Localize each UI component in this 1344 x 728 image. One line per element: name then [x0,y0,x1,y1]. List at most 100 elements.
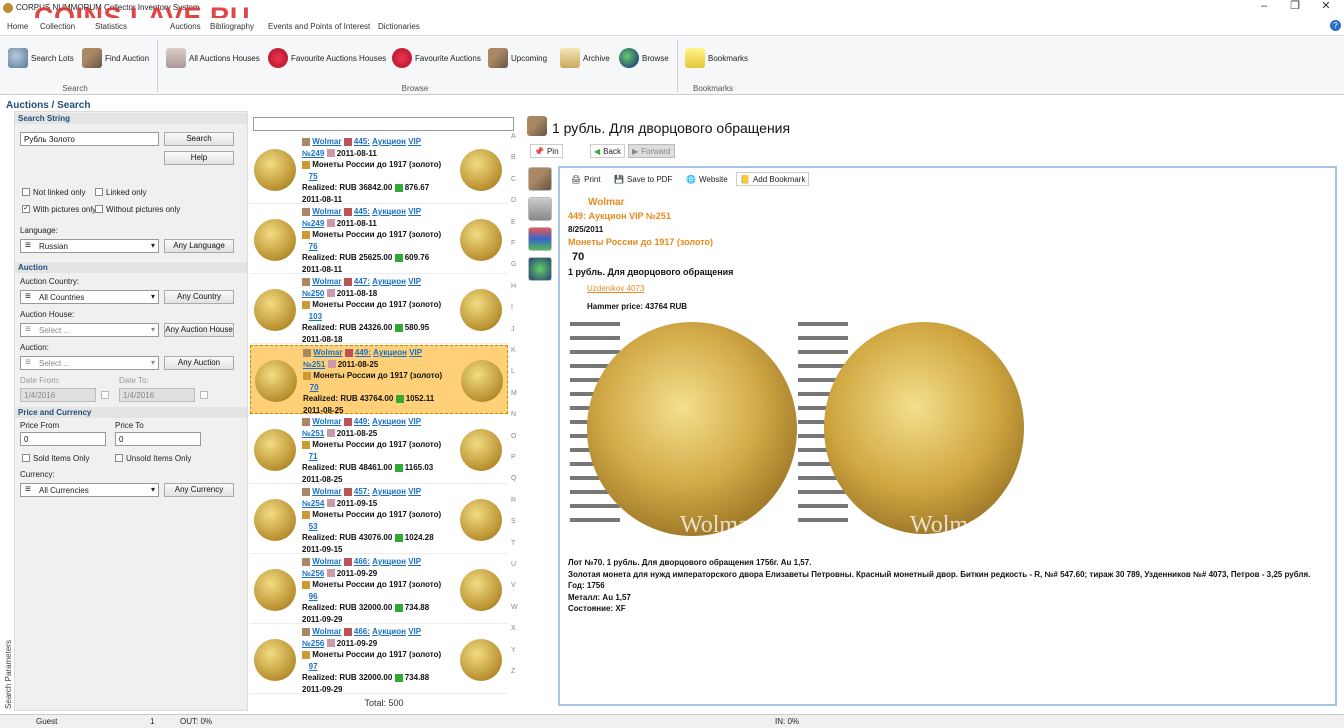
alpha-letter[interactable]: L [511,368,515,375]
alpha-letter[interactable]: A [511,133,516,140]
help-button[interactable]: Help [164,151,234,165]
menu-statistics[interactable]: Statistics [95,22,127,31]
unsold-only-checkbox[interactable] [115,454,123,462]
globe-icon[interactable] [528,257,552,281]
without-pictures-checkbox[interactable] [95,205,103,213]
coin-thumbnail[interactable] [254,569,296,611]
result-row[interactable]: Wolmar 449: Аукцион VIP №251 2011-08-25 М… [250,345,508,415]
alpha-letter[interactable]: B [511,154,516,161]
print-button[interactable]: 🖨 Print [568,172,604,186]
alpha-letter[interactable]: Y [511,647,516,654]
books-icon[interactable] [528,227,552,251]
coin-thumbnail[interactable] [254,429,296,471]
auction-country-select[interactable]: All Countries [20,290,159,304]
date-to-checkbox[interactable] [200,391,208,399]
add-bookmark-button[interactable]: 📒 Add Bookmark [736,172,810,186]
not-linked-checkbox[interactable] [22,188,30,196]
alpha-letter[interactable]: E [511,219,516,226]
date-from-input[interactable]: 1/4/2016 [20,388,96,402]
alpha-letter[interactable]: G [511,261,516,268]
with-pictures-checkbox[interactable]: ✓ [22,205,30,213]
result-row[interactable]: Wolmar 445: Аукцион VIP №249 2011-08-11 М… [250,135,508,204]
menu-auctions[interactable]: Auctions [170,22,201,31]
alpha-letter[interactable]: T [511,540,515,547]
alpha-letter[interactable]: K [511,347,516,354]
coin-thumbnail[interactable] [460,499,502,541]
auction-house-select[interactable]: Select ... [20,323,159,337]
coin-thumbnail[interactable] [254,149,296,191]
sold-only-checkbox[interactable] [22,454,30,462]
coin-thumbnail[interactable] [255,360,297,402]
menu-events[interactable]: Events and Points of Interest [268,22,370,31]
result-row[interactable]: Wolmar 466: Аукцион VIP №256 2011-09-29 М… [250,555,508,624]
alpha-letter[interactable]: Q [511,475,516,482]
coin-thumbnail[interactable] [254,219,296,261]
forward-button[interactable]: ▶ Forward [628,144,675,158]
coin-thumbnail[interactable] [460,149,502,191]
alpha-letter[interactable]: Z [511,668,515,675]
alpha-letter[interactable]: R [511,497,516,504]
coin-thumbnail[interactable] [461,360,503,402]
website-button[interactable]: 🌐 Website [683,172,731,186]
price-to-input[interactable]: 0 [115,432,201,446]
menu-bibliography[interactable]: Bibliography [210,22,254,31]
language-select[interactable]: Russian [20,239,159,253]
coin-thumbnail[interactable] [254,499,296,541]
alpha-letter[interactable]: N [511,411,516,418]
favourite-houses-button[interactable]: Favourite Auctions Houses [268,47,386,69]
result-row[interactable]: Wolmar 447: Аукцион VIP №250 2011-08-18 М… [250,275,508,344]
alpha-letter[interactable]: C [511,176,516,183]
search-button[interactable]: Search [164,132,234,146]
coin-thumbnail[interactable] [460,639,502,681]
auction-select[interactable]: Select ... [20,356,159,370]
search-parameters-tab[interactable]: Search Parameters [2,640,13,710]
coin-thumbnail[interactable] [254,289,296,331]
result-row[interactable]: Wolmar 449: Аукцион VIP №251 2011-08-25 М… [250,415,508,484]
detail-house[interactable]: Wolmar [588,197,625,208]
coin-obverse-image[interactable] [824,322,1024,534]
result-row[interactable]: Wolmar 466: Аукцион VIP №256 2011-09-29 М… [250,625,508,694]
search-input[interactable]: Рубль Золото [20,132,159,146]
alpha-letter[interactable]: F [511,240,515,247]
any-country-button[interactable]: Any Country [164,290,234,304]
coin-reverse-image[interactable] [587,322,797,536]
menu-collection[interactable]: Collection [40,22,75,31]
alpha-letter[interactable]: X [511,625,516,632]
coin-thumbnail[interactable] [460,289,502,331]
favourite-auctions-button[interactable]: Favourite Auctions [392,47,481,69]
alpha-letter[interactable]: J [511,326,515,333]
save-pdf-button[interactable]: 💾 Save to PDF [611,172,675,186]
result-row[interactable]: Wolmar 457: Аукцион VIP №254 2011-09-15 М… [250,485,508,554]
pin-button[interactable]: 📌 Pin [530,144,563,158]
browse-button[interactable]: Browse [619,47,669,69]
find-auction-button[interactable]: Find Auction [82,47,149,69]
help-icon[interactable]: ? [1330,20,1341,31]
alpha-letter[interactable]: V [511,582,516,589]
menu-dictionaries[interactable]: Dictionaries [378,22,420,31]
date-to-input[interactable]: 1/4/2016 [119,388,195,402]
price-from-input[interactable]: 0 [20,432,106,446]
any-currency-button[interactable]: Any Currency [164,483,234,497]
minimize-button[interactable]: – [1250,0,1278,14]
archive-button[interactable]: Archive [560,47,610,69]
date-from-checkbox[interactable] [101,391,109,399]
maximize-button[interactable]: ❐ [1281,0,1309,14]
linked-checkbox[interactable] [95,188,103,196]
alpha-letter[interactable]: W [511,604,518,611]
alpha-letter[interactable]: U [511,561,516,568]
back-button[interactable]: ◀ Back [590,144,625,158]
coin-thumbnail[interactable] [254,639,296,681]
result-row[interactable]: Wolmar 445: Аукцион VIP №249 2011-08-11 М… [250,205,508,274]
bookmarks-button[interactable]: Bookmarks [685,47,748,69]
results-filter-input[interactable] [253,117,514,131]
close-button[interactable]: ✕ [1312,0,1340,14]
coin-thumbnail[interactable] [460,219,502,261]
alpha-letter[interactable]: I [511,304,513,311]
coin-thumbnail[interactable] [460,429,502,471]
camera-icon[interactable] [528,197,552,221]
all-auction-houses-button[interactable]: All Auctions Houses [166,47,260,69]
any-language-button[interactable]: Any Language [164,239,234,253]
detail-auction[interactable]: 449: Аукцион VIP №251 [568,211,671,221]
detail-reference[interactable]: Uzdenikov 4073 [587,284,644,293]
alpha-letter[interactable]: H [511,283,516,290]
